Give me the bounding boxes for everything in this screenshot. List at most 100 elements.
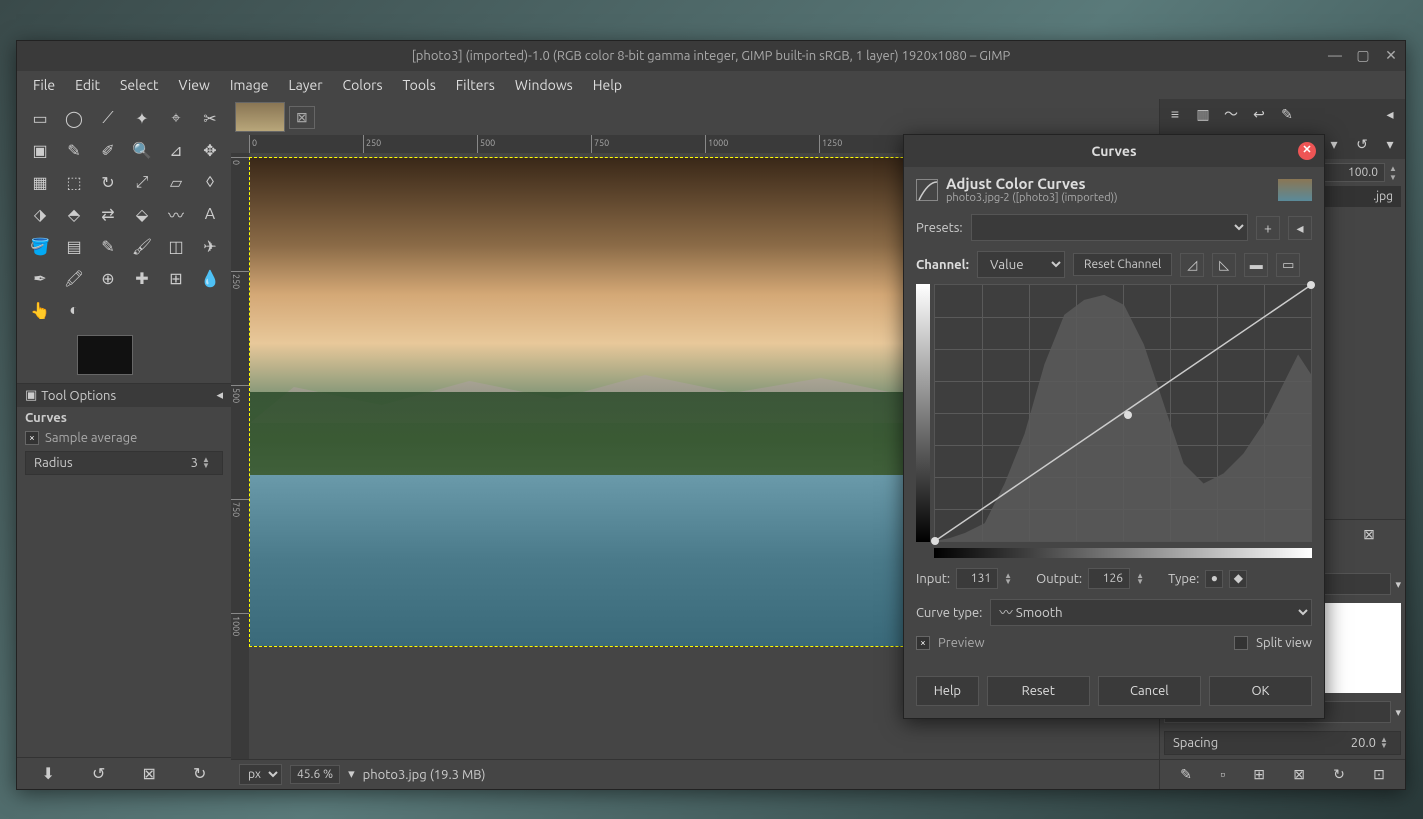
dock-b5-icon[interactable]: ↻ <box>1333 766 1345 783</box>
curve-editor[interactable] <box>934 284 1312 542</box>
dock-chevron2-icon[interactable]: ▾ <box>1377 132 1403 156</box>
tool-perspective[interactable]: ◊ <box>195 167 225 197</box>
output-spinner[interactable]: ▲▼ <box>1136 573 1148 585</box>
tool-heal[interactable]: ✚ <box>127 263 157 293</box>
histogram-mode1-icon[interactable]: ▬ <box>1244 253 1268 277</box>
spacing-spinner[interactable]: ▲▼ <box>1380 737 1392 749</box>
menu-edit[interactable]: Edit <box>67 73 108 97</box>
tool-options-menu-icon[interactable]: ◂ <box>216 388 223 403</box>
image-tab[interactable] <box>235 102 285 132</box>
tool-clone[interactable]: ⊕ <box>93 263 123 293</box>
input-field[interactable]: 131 <box>956 568 998 589</box>
delete-icon[interactable]: ⊠ <box>143 764 156 783</box>
tool-bucket[interactable]: 🪣 <box>25 231 55 261</box>
menu-windows[interactable]: Windows <box>507 73 581 97</box>
dock-b1-icon[interactable]: ✎ <box>1180 766 1192 783</box>
menu-colors[interactable]: Colors <box>335 73 391 97</box>
tool-warp[interactable]: 〰 <box>161 199 191 229</box>
ok-button[interactable]: OK <box>1209 676 1312 706</box>
color-swatch[interactable] <box>77 335 133 375</box>
presets-select[interactable] <box>971 214 1248 241</box>
radius-spinner[interactable]: ▲▼ <box>202 457 214 469</box>
tool-airbrush[interactable]: ✈ <box>195 231 225 261</box>
point-type-circle[interactable]: ● <box>1205 570 1223 588</box>
curvetype-select[interactable]: 〰 Smooth <box>990 599 1312 626</box>
tool-perspective-clone[interactable]: ⊞ <box>161 263 191 293</box>
radius-value[interactable]: 3 <box>191 456 198 470</box>
tool-mypaint[interactable]: 🖍 <box>59 263 89 293</box>
splitview-checkbox[interactable] <box>1234 636 1248 650</box>
reset-button[interactable]: Reset <box>987 676 1090 706</box>
tool-pencil[interactable]: ✎ <box>93 231 123 261</box>
tool-zoom[interactable]: 🔍 <box>127 135 157 165</box>
presets-menu-button[interactable]: ◂ <box>1288 216 1312 240</box>
tool-flip[interactable]: ⇄ <box>93 199 123 229</box>
tool-scale[interactable]: ⤢ <box>127 167 157 197</box>
dock-tab-patterns[interactable]: ▥ <box>1190 102 1216 126</box>
point-type-diamond[interactable]: ◆ <box>1229 570 1247 588</box>
dock-b4-icon[interactable]: ⊠ <box>1293 766 1305 783</box>
tool-free-select[interactable]: ⟋ <box>93 103 123 133</box>
dock-tab-brushes[interactable]: ≡ <box>1162 102 1188 126</box>
tool-crop[interactable]: ⬚ <box>59 167 89 197</box>
tool-cage[interactable]: ⬙ <box>127 199 157 229</box>
dock-reset-icon[interactable]: ↺ <box>1349 132 1375 156</box>
close-button[interactable]: ✕ <box>1383 47 1399 63</box>
menu-layer[interactable]: Layer <box>280 73 330 97</box>
output-field[interactable]: 126 <box>1088 568 1130 589</box>
tool-paintbrush[interactable]: 🖌 <box>127 231 157 261</box>
input-spinner[interactable]: ▲▼ <box>1004 573 1016 585</box>
menu-view[interactable]: View <box>170 73 217 97</box>
zoom-field[interactable]: 45.6 % <box>290 765 340 784</box>
dock-tab-history[interactable]: ↩ <box>1246 102 1272 126</box>
tool-dodge[interactable]: ◐ <box>59 295 89 325</box>
menu-tools[interactable]: Tools <box>395 73 444 97</box>
tool-gradient[interactable]: ▤ <box>59 231 89 261</box>
reset-channel-button[interactable]: Reset Channel <box>1073 253 1172 276</box>
histogram-linear-icon[interactable]: ◿ <box>1180 253 1204 277</box>
menu-image[interactable]: Image <box>222 73 277 97</box>
tool-blur[interactable]: 💧 <box>195 263 225 293</box>
tool-unified[interactable]: ⬗ <box>25 199 55 229</box>
presets-add-button[interactable]: + <box>1256 216 1280 240</box>
sample-average-checkbox[interactable]: × <box>25 431 39 445</box>
channel-select[interactable]: Value <box>977 251 1065 278</box>
tool-eraser[interactable]: ◫ <box>161 231 191 261</box>
tool-ellipse-select[interactable]: ◯ <box>59 103 89 133</box>
tool-move[interactable]: ✥ <box>195 135 225 165</box>
spacing-value[interactable]: 20.0 <box>1351 736 1376 750</box>
reset-icon[interactable]: ↻ <box>193 764 206 783</box>
tool-text[interactable]: A <box>195 199 225 229</box>
restore-icon[interactable]: ↺ <box>92 764 105 783</box>
tool-rotate[interactable]: ↻ <box>93 167 123 197</box>
dock-tab-paint[interactable]: ✎ <box>1274 102 1300 126</box>
dock-menu-icon[interactable]: ◂ <box>1377 102 1403 126</box>
dock-tab-fonts[interactable]: 〜 <box>1218 102 1244 126</box>
tool-paths[interactable]: ✎ <box>59 135 89 165</box>
dock-b2-icon[interactable]: ▫ <box>1220 766 1225 783</box>
histogram-mode2-icon[interactable]: ▭ <box>1276 253 1300 277</box>
cancel-button[interactable]: Cancel <box>1098 676 1201 706</box>
tool-fuzzy-select[interactable]: ✦ <box>127 103 157 133</box>
tool-color-picker[interactable]: ✐ <box>93 135 123 165</box>
tool-rect-select[interactable]: ▭ <box>25 103 55 133</box>
menu-file[interactable]: File <box>25 73 63 97</box>
tool-shear[interactable]: ▱ <box>161 167 191 197</box>
dock-del-icon[interactable]: ⊠ <box>1363 526 1375 543</box>
curve-point-start[interactable] <box>931 537 939 545</box>
tool-ink[interactable]: ✒ <box>25 263 55 293</box>
dock-b6-icon[interactable]: ⊡ <box>1373 766 1385 783</box>
brush-select-chevron-icon[interactable]: ▾ <box>1395 706 1401 719</box>
tool-smudge[interactable]: 👆 <box>25 295 55 325</box>
curve-point-mid[interactable] <box>1124 411 1132 419</box>
menu-help[interactable]: Help <box>585 73 630 97</box>
dock-b3-icon[interactable]: ⊞ <box>1253 766 1265 783</box>
help-button[interactable]: Help <box>916 676 979 706</box>
unit-select[interactable]: px <box>239 764 282 785</box>
tool-scissors[interactable]: ✂ <box>195 103 225 133</box>
maximize-button[interactable]: ▢ <box>1355 47 1371 63</box>
tool-measure[interactable]: ⊿ <box>161 135 191 165</box>
preview-checkbox[interactable]: × <box>916 636 930 650</box>
tool-foreground[interactable]: ▣ <box>25 135 55 165</box>
tool-by-color[interactable]: ⌖ <box>161 103 191 133</box>
